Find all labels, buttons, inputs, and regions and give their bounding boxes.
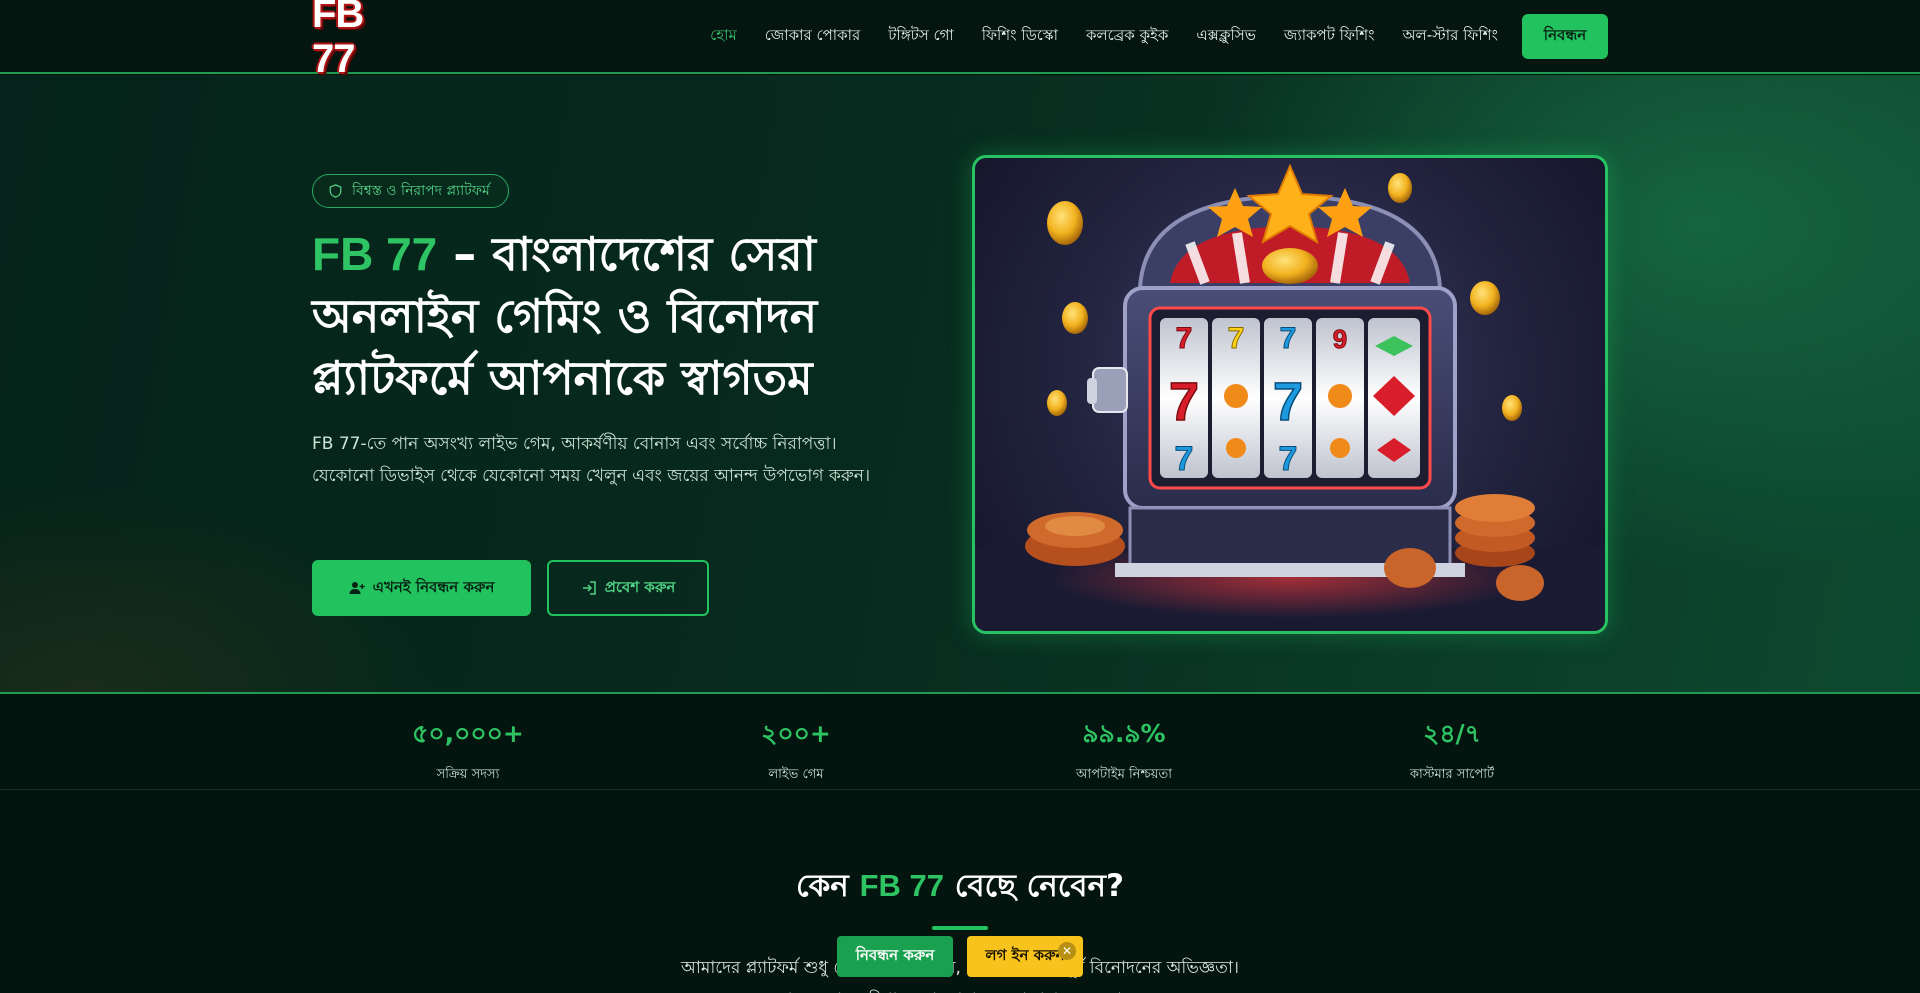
register-now-label: এখনই নিবন্ধন করুন — [372, 577, 495, 596]
site-logo[interactable]: FB 77 — [312, 0, 404, 81]
stat-label: আপটাইম নিশ্চয়তা — [1076, 767, 1172, 782]
sign-in-icon — [582, 581, 596, 595]
stat-value: ৯৯.৯% — [1082, 719, 1166, 748]
why-title-suffix: বেছে নেবেন? — [944, 868, 1124, 904]
stat-label: সক্রিয় সদস্য — [436, 767, 500, 782]
why-title-prefix: কেন — [796, 868, 860, 904]
header-register-button[interactable]: নিবন্ধন — [1522, 14, 1608, 59]
stats-bar: ৫০,০০০+ সক্রিয় সদস্য ২০০+ লাইভ গেম ৯৯.৯… — [0, 696, 1920, 790]
close-icon[interactable]: ✕ — [1058, 942, 1076, 960]
user-plus-icon — [349, 582, 365, 594]
login-button[interactable]: প্রবেশ করুন — [547, 560, 709, 616]
why-title-brand: FB 77 — [859, 868, 945, 903]
stat-label: লাইভ গেম — [768, 767, 824, 782]
title-divider — [932, 926, 988, 930]
reel-symbol-r2-3: 7 — [1273, 372, 1303, 432]
reel-symbol-r1-2: 7 — [1228, 322, 1245, 355]
site-header: FB 77 হোম জোকার পোকার টঙ্গিটস গো ফিশিং ড… — [0, 0, 1920, 81]
stat-active-members: ৫০,০০০+ সক্রিয় সদস্য — [358, 714, 578, 786]
reel-symbol-r3-3: 7 — [1279, 440, 1298, 478]
reel-symbol-r1-1: 7 — [1176, 322, 1193, 355]
nav-callbreak-quick[interactable]: কলব্রেক কুইক — [1086, 24, 1168, 49]
reel-symbol-r1-4: 9 — [1333, 324, 1347, 354]
stat-live-games: ২০০+ লাইভ গেম — [686, 714, 906, 786]
shield-icon — [329, 184, 342, 198]
hero-title: FB 77 – বাংলাদেশের সেরা অনলাইন গেমিং ও ব… — [312, 223, 872, 409]
reel-symbol-r1-3: 7 — [1280, 322, 1297, 355]
nav-home[interactable]: হোম — [710, 24, 737, 49]
nav-all-star-fishing[interactable]: অল-স্টার ফিশিং — [1403, 24, 1498, 49]
why-section-description: আমাদের প্ল্যাটফর্ম শুধু খেলার জায়গা নয়… — [681, 958, 1239, 993]
slot-machine-illustration: 7 7 7 9 7 7 7 7 — [972, 155, 1608, 634]
nav-exclusive[interactable]: এক্সক্লুসিভ — [1196, 24, 1256, 49]
nav-joker-poker[interactable]: জোকার পোকার — [765, 24, 860, 49]
stat-uptime: ৯৯.৯% আপটাইম নিশ্চয়তা — [1014, 714, 1234, 786]
main-nav: হোম জোকার পোকার টঙ্গিটস গো ফিশিং ডিস্কো … — [710, 24, 1498, 49]
hero-section: বিশ্বস্ত ও নিরাপদ প্ল্যাটফর্ম FB 77 – বা… — [0, 75, 1920, 694]
reel-symbol-r2-1: 7 — [1169, 372, 1199, 432]
hero-title-brand: FB 77 — [312, 228, 438, 280]
reel-symbol-r3-1: 7 — [1175, 440, 1194, 478]
why-section-title: কেন FB 77 বেছে নেবেন? — [0, 862, 1920, 914]
stat-label: কাস্টমার সাপোর্ট — [1409, 767, 1495, 782]
stat-support: ২৪/৭ কাস্টমার সাপোর্ট — [1342, 714, 1562, 786]
hero-description: FB 77-তে পান অসংখ্য লাইভ গেম, আকর্ষণীয় … — [312, 434, 871, 486]
stat-value: ২০০+ — [761, 719, 831, 748]
stat-value: ৫০,০০০+ — [412, 719, 524, 748]
stat-value: ২৪/৭ — [1423, 719, 1481, 748]
nav-fishing-disco[interactable]: ফিশিং ডিস্কো — [982, 24, 1058, 49]
login-label: প্রবেশ করুন — [604, 577, 676, 596]
floating-register-button[interactable]: নিবন্ধন করুন — [837, 936, 953, 977]
nav-jackpot-fishing[interactable]: জ্যাকপট ফিশিং — [1284, 24, 1375, 49]
trust-badge-label: বিশ্বস্ত ও নিরাপদ প্ল্যাটফর্ম — [352, 183, 490, 199]
register-now-button[interactable]: এখনই নিবন্ধন করুন — [312, 560, 531, 616]
slot-machine-graphic: 7 7 7 9 7 7 7 7 — [975, 163, 1605, 631]
trust-badge: বিশ্বস্ত ও নিরাপদ প্ল্যাটফর্ম — [312, 174, 509, 208]
nav-tongits-go[interactable]: টঙ্গিটস গো — [888, 24, 954, 49]
